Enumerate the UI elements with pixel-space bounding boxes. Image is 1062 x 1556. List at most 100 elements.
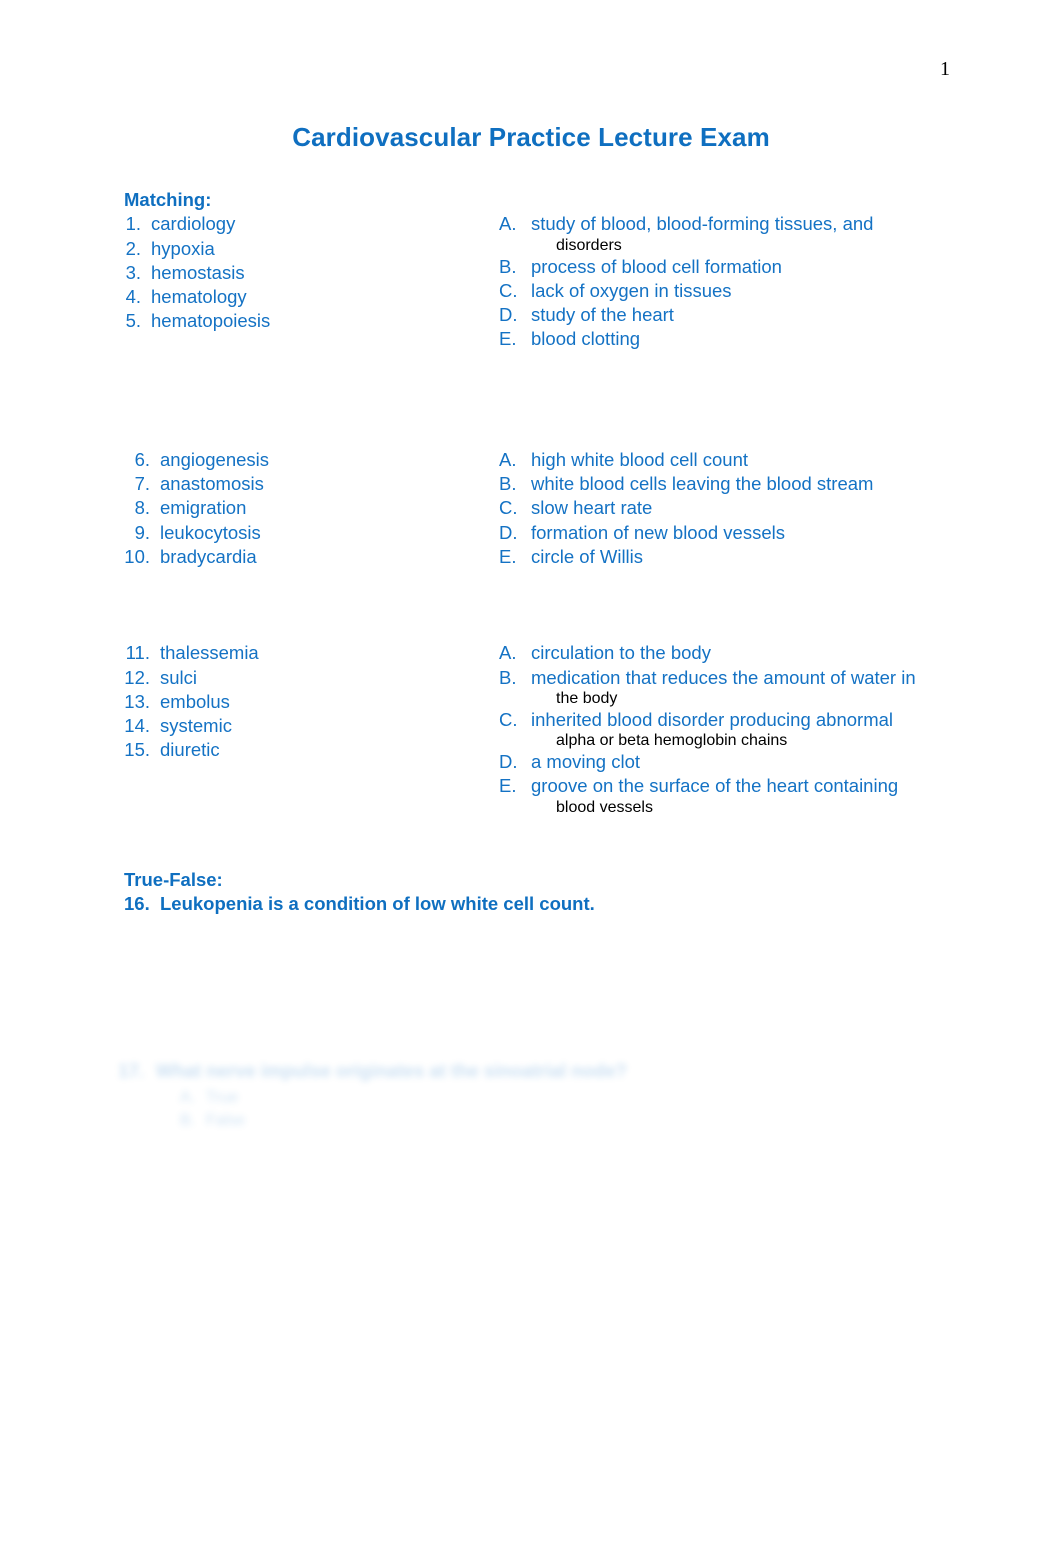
definition-item: E. blood clotting (499, 327, 1024, 351)
definition-item: B. white blood cells leaving the blood s… (499, 472, 1024, 496)
item-label: angiogenesis (160, 448, 270, 470)
matching-section-heading: Matching: (124, 189, 212, 210)
list-item: 6. angiogenesis (124, 448, 499, 472)
item-number: 7. (134, 473, 150, 495)
definition-item: C. slow heart rate (499, 496, 1024, 520)
definition-text: high white blood cell count (531, 448, 749, 470)
matching-block-3: 11. thalessemia 12. sulci 13. embolus 14… (124, 641, 1024, 816)
item-number: 14. (124, 715, 150, 737)
item-label: hematology (151, 286, 247, 308)
definition-item: C. inherited blood disorder producing ab… (499, 708, 1024, 732)
definition-line: study of blood, blood-forming tissues, a… (531, 213, 874, 235)
document-page: 1 Cardiovascular Practice Lecture Exam M… (0, 0, 1062, 1556)
page-number: 1 (940, 58, 950, 80)
item-number: 2. (125, 237, 141, 259)
definition-letter: C. (499, 708, 518, 730)
definition-item: C. lack of oxygen in tissues (499, 279, 1024, 303)
definition-continuation: blood vessels (556, 798, 653, 816)
item-label: anastomosis (160, 473, 264, 495)
item-number: 8. (134, 497, 150, 519)
item-number: 16. (124, 893, 150, 915)
item-number: 13. (124, 690, 150, 712)
faded-question-text: What nerve impulse originates at the sin… (156, 1060, 627, 1081)
definition-letter: D. (499, 751, 518, 773)
faded-option: A. True (118, 1086, 758, 1109)
matching-block-1-definitions: A. study of blood, blood-forming tissues… (499, 212, 1024, 351)
definition-item: A. study of blood, blood-forming tissues… (499, 212, 1024, 236)
definition-text: circulation to the body (531, 642, 711, 664)
list-item: 1. cardiology (124, 212, 499, 236)
definition-text: groove on the surface of the heart conta… (531, 775, 899, 797)
definition-letter: B. (499, 473, 517, 495)
document-body: Matching: 1. cardiology 2. hypoxia 3. he… (124, 188, 1024, 916)
definition-continuation: disorders (556, 236, 622, 254)
faded-option: B. False (118, 1109, 758, 1132)
list-item: 7. anastomosis (124, 472, 499, 496)
item-number: 3. (125, 261, 141, 283)
definition-item: B. process of blood cell formation (499, 255, 1024, 279)
definition-item: A. high white blood cell count (499, 448, 1024, 472)
definition-item: D. formation of new blood vessels (499, 521, 1024, 545)
matching-block-2-terms: 6. angiogenesis 7. anastomosis 8. emigra… (124, 448, 499, 569)
item-label: diuretic (160, 739, 220, 761)
definition-letter: A. (499, 642, 517, 664)
item-label: cardiology (151, 213, 236, 235)
list-item: 11. thalessemia (124, 641, 499, 665)
definition-text: slow heart rate (531, 497, 653, 519)
list-item: 12. sulci (124, 666, 499, 690)
item-number: 9. (134, 521, 150, 543)
list-item: 4. hematology (124, 285, 499, 309)
item-label: thalessemia (160, 642, 259, 664)
definition-letter: C. (499, 279, 518, 301)
definition-item: E. circle of Willis (499, 545, 1024, 569)
definition-letter: A. (499, 448, 517, 470)
list-item: 14. systemic (124, 714, 499, 738)
true-false-section-heading: True-False: (124, 868, 223, 890)
matching-block-2: 6. angiogenesis 7. anastomosis 8. emigra… (124, 448, 1024, 569)
matching-block-3-definitions: A. circulation to the body B. medication… (499, 641, 1024, 816)
definition-letter: D. (499, 521, 518, 543)
faded-option-letter: B. (180, 1112, 196, 1129)
list-item: 15. diuretic (124, 738, 499, 762)
item-label: embolus (160, 690, 230, 712)
list-item: 10. bradycardia (124, 545, 499, 569)
definition-continuation: alpha or beta hemoglobin chains (556, 732, 788, 750)
item-label: hypoxia (151, 237, 215, 259)
list-item: 5. hematopoiesis (124, 309, 499, 333)
definition-letter: E. (499, 328, 517, 350)
item-number: 11. (125, 642, 150, 664)
faded-option-text: False (206, 1112, 246, 1129)
definition-item: D. a moving clot (499, 750, 1024, 774)
item-label: hematopoiesis (151, 310, 271, 332)
item-number: 4. (125, 286, 141, 308)
definition-letter: B. (499, 666, 517, 688)
definition-text: inherited blood disorder producing abnor… (531, 708, 894, 730)
item-number: 6. (134, 448, 150, 470)
faded-question: 17. What nerve impulse originates at the… (118, 1056, 758, 1086)
definition-text: process of blood cell formation (531, 255, 782, 277)
matching-block-2-definitions: A. high white blood cell count B. white … (499, 448, 1024, 569)
definition-letter: D. (499, 304, 518, 326)
definition-text: circle of Willis (531, 545, 644, 567)
matching-block-1: 1. cardiology 2. hypoxia 3. hemostasis 4… (124, 212, 1024, 351)
definition-letter: C. (499, 497, 518, 519)
definition-text: study of the heart (531, 304, 674, 326)
list-item: 2. hypoxia (124, 237, 499, 261)
faded-small-text (118, 1040, 758, 1056)
definition-text: blood clotting (531, 328, 641, 350)
item-number: 5. (125, 310, 141, 332)
faded-option-text: True (206, 1089, 239, 1106)
definition-letter: E. (499, 545, 517, 567)
definition-item: B. medication that reduces the amount of… (499, 666, 1024, 690)
definition-item: D. study of the heart (499, 303, 1024, 327)
definition-text: lack of oxygen in tissues (531, 279, 732, 301)
item-label: Leukopenia is a condition of low white c… (160, 893, 595, 915)
definition-text: white blood cells leaving the blood stre… (531, 473, 874, 495)
item-label: hemostasis (151, 261, 245, 283)
list-item: 13. embolus (124, 690, 499, 714)
definition-text: a moving clot (531, 751, 640, 773)
definition-text: study of blood, blood-forming tissues, a… (521, 212, 873, 236)
